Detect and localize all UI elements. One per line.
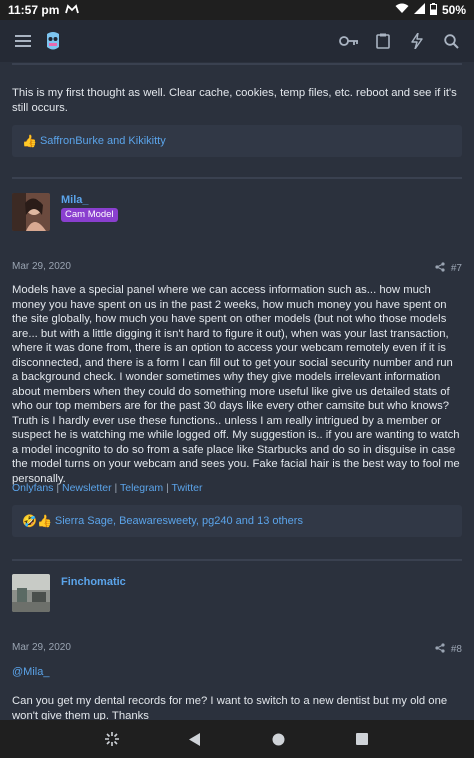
post-username[interactable]: Finchomatic — [61, 576, 126, 588]
post-username[interactable]: Mila_ — [61, 194, 89, 206]
signature-link-onlyfans[interactable]: Onlyfans — [12, 482, 53, 494]
post-number[interactable]: #7 — [451, 263, 462, 274]
post-date[interactable]: Mar 29, 2020 — [12, 261, 71, 272]
signal-icon — [413, 3, 425, 17]
menu-icon[interactable] — [8, 26, 38, 56]
share-icon[interactable] — [435, 262, 445, 275]
reactions-text[interactable]: SaffronBurke and Kikikitty — [40, 135, 166, 147]
like-icon: 👍 — [22, 134, 37, 148]
reactions-bar[interactable]: 👍 SaffronBurke and Kikikitty — [12, 125, 462, 157]
post-body: Can you get my dental records for me? I … — [12, 695, 448, 720]
notification-icon — [65, 3, 80, 17]
wifi-icon — [395, 3, 409, 17]
post-body: This is my first thought as well. Clear … — [12, 87, 457, 114]
post-meta: #8 — [435, 643, 462, 656]
battery-icon — [429, 2, 437, 18]
laugh-like-icon: 🤣👍 — [22, 514, 52, 528]
status-bar: 11:57 pm 50% — [0, 0, 474, 20]
app-header — [0, 20, 474, 62]
post-body: Models have a special panel where we can… — [12, 284, 460, 485]
bolt-icon[interactable] — [402, 26, 432, 56]
search-icon[interactable] — [436, 26, 466, 56]
battery-percent: 50% — [441, 3, 466, 17]
key-icon[interactable] — [334, 26, 364, 56]
post-divider — [12, 177, 462, 179]
signature-link-twitter[interactable]: Twitter — [172, 482, 203, 494]
user-mention[interactable]: @Mila_ — [12, 666, 49, 678]
home-icon[interactable] — [264, 724, 294, 754]
system-nav-bar — [0, 720, 474, 758]
app-logo[interactable] — [38, 26, 68, 56]
post-meta: #7 — [435, 262, 462, 275]
recents-icon[interactable] — [347, 724, 377, 754]
signature-link-telegram[interactable]: Telegram — [120, 482, 163, 494]
avatar[interactable] — [12, 193, 50, 231]
reactions-bar[interactable]: 🤣👍 Sierra Sage, Beawaresweety, pg240 and… — [12, 505, 462, 537]
user-badge: Cam Model — [61, 208, 118, 222]
back-icon[interactable] — [180, 724, 210, 754]
clipboard-icon[interactable] — [368, 26, 398, 56]
reactions-text[interactable]: Sierra Sage, Beawaresweety, pg240 and 13… — [55, 515, 303, 527]
post-number[interactable]: #8 — [451, 644, 462, 655]
post-divider — [12, 63, 462, 65]
post-divider — [12, 559, 462, 561]
post-date[interactable]: Mar 29, 2020 — [12, 642, 71, 653]
share-icon[interactable] — [435, 643, 445, 656]
signature-link-newsletter[interactable]: Newsletter — [62, 482, 112, 494]
signature: Onlyfans | Newsletter | Telegram | Twitt… — [12, 482, 203, 494]
status-time: 11:57 pm — [8, 3, 60, 17]
avatar[interactable] — [12, 574, 50, 612]
pinwheel-icon[interactable] — [97, 724, 127, 754]
thread-content[interactable]: This is my first thought as well. Clear … — [0, 62, 474, 720]
